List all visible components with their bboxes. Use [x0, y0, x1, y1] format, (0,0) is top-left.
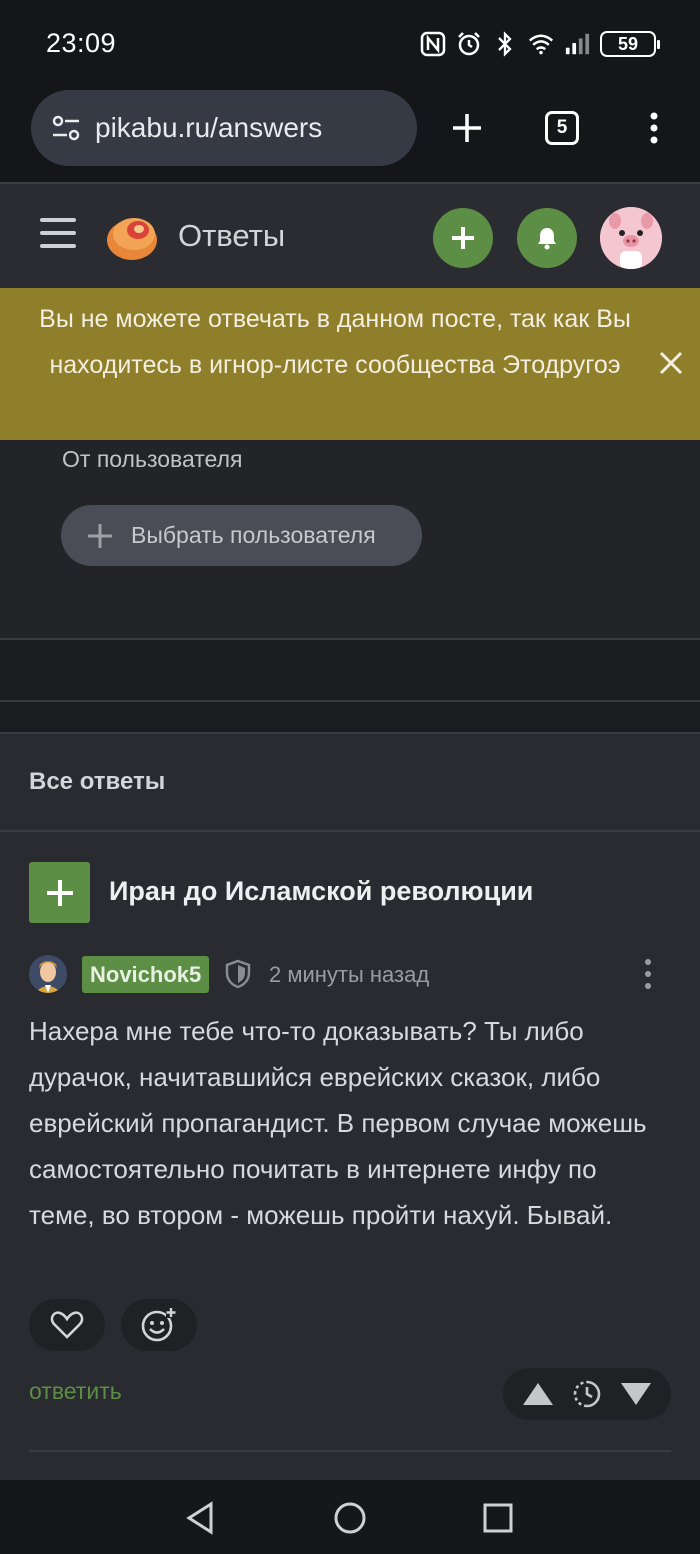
close-icon[interactable]	[656, 348, 686, 378]
expand-post-button[interactable]	[29, 862, 90, 923]
choose-user-button[interactable]: Выбрать пользователя	[61, 505, 422, 566]
back-icon[interactable]	[180, 1498, 220, 1538]
battery-level: 59	[617, 33, 639, 54]
post-title[interactable]: Иран до Исламской революции	[109, 876, 533, 907]
status-icons: 59	[420, 30, 660, 58]
vote-controls	[503, 1368, 671, 1420]
status-time: 23:09	[46, 28, 117, 58]
rating-pending-icon[interactable]	[572, 1379, 602, 1409]
bluetooth-icon	[492, 31, 518, 57]
like-button[interactable]	[29, 1299, 105, 1351]
home-icon[interactable]	[330, 1498, 370, 1538]
section-title: Все ответы	[29, 768, 166, 795]
user-avatar[interactable]	[600, 207, 662, 269]
divider	[0, 830, 700, 832]
more-vert-icon[interactable]	[628, 102, 680, 154]
new-tab-icon[interactable]	[441, 102, 493, 154]
tab-count[interactable]: 5	[545, 111, 579, 145]
add-reaction-button[interactable]	[121, 1299, 197, 1351]
add-post-button[interactable]	[433, 208, 493, 268]
comment-header: Novichok5 2 минуты назад	[29, 954, 669, 994]
comment-text: Нахера мне тебе что-то доказывать? Ты ли…	[29, 1016, 647, 1230]
nfc-icon	[420, 31, 446, 57]
ignore-list-banner: Вы не можете отвечать в данном посте, та…	[0, 288, 700, 440]
plus-icon	[88, 523, 112, 548]
site-settings-icon[interactable]	[49, 111, 83, 145]
downvote-icon[interactable]	[619, 1381, 653, 1407]
upvote-icon[interactable]	[521, 1381, 555, 1407]
spacer	[0, 702, 700, 732]
menu-icon[interactable]	[40, 218, 76, 254]
address-bar[interactable]: pikabu.ru/answers	[31, 90, 417, 166]
reply-link[interactable]: ответить	[29, 1378, 122, 1405]
notifications-button[interactable]	[517, 208, 577, 268]
system-nav-bar	[0, 1480, 700, 1554]
banner-text: Вы не можете отвечать в данном посте, та…	[39, 305, 631, 379]
alarm-icon	[456, 31, 482, 57]
tab-switcher-icon[interactable]: 5	[536, 102, 588, 154]
app-header: Ответы	[0, 182, 700, 288]
wifi-icon	[528, 31, 554, 57]
filter-section: От пользователя Выбрать пользователя	[0, 440, 700, 638]
shield-icon	[225, 959, 251, 989]
more-vert-icon[interactable]	[635, 956, 661, 992]
choose-user-label[interactable]: Выбрать пользователя	[131, 522, 376, 549]
bell-icon	[538, 228, 556, 250]
battery-icon: 59	[600, 31, 660, 57]
author-avatar[interactable]	[29, 955, 67, 993]
plus-icon	[46, 879, 73, 906]
author-name[interactable]: Novichok5	[82, 956, 210, 993]
smile-plus-icon	[141, 1307, 177, 1342]
plus-icon	[452, 227, 474, 249]
page-title: Ответы	[178, 218, 286, 253]
heart-icon	[50, 1311, 84, 1339]
url-text[interactable]: pikabu.ru/answers	[95, 112, 322, 144]
signal-icon	[564, 31, 590, 57]
answers-panel: Все ответы Иран до Исламской революции N…	[0, 732, 700, 1480]
divider	[29, 1450, 671, 1452]
browser-toolbar: pikabu.ru/answers 5	[0, 88, 700, 182]
recents-icon[interactable]	[478, 1498, 518, 1538]
pikabu-logo[interactable]	[104, 208, 160, 264]
status-bar: 23:09 59	[0, 0, 700, 88]
filter-label: От пользователя	[62, 446, 243, 472]
spacer	[0, 640, 700, 700]
comment-time: 2 минуты назад	[269, 962, 430, 987]
